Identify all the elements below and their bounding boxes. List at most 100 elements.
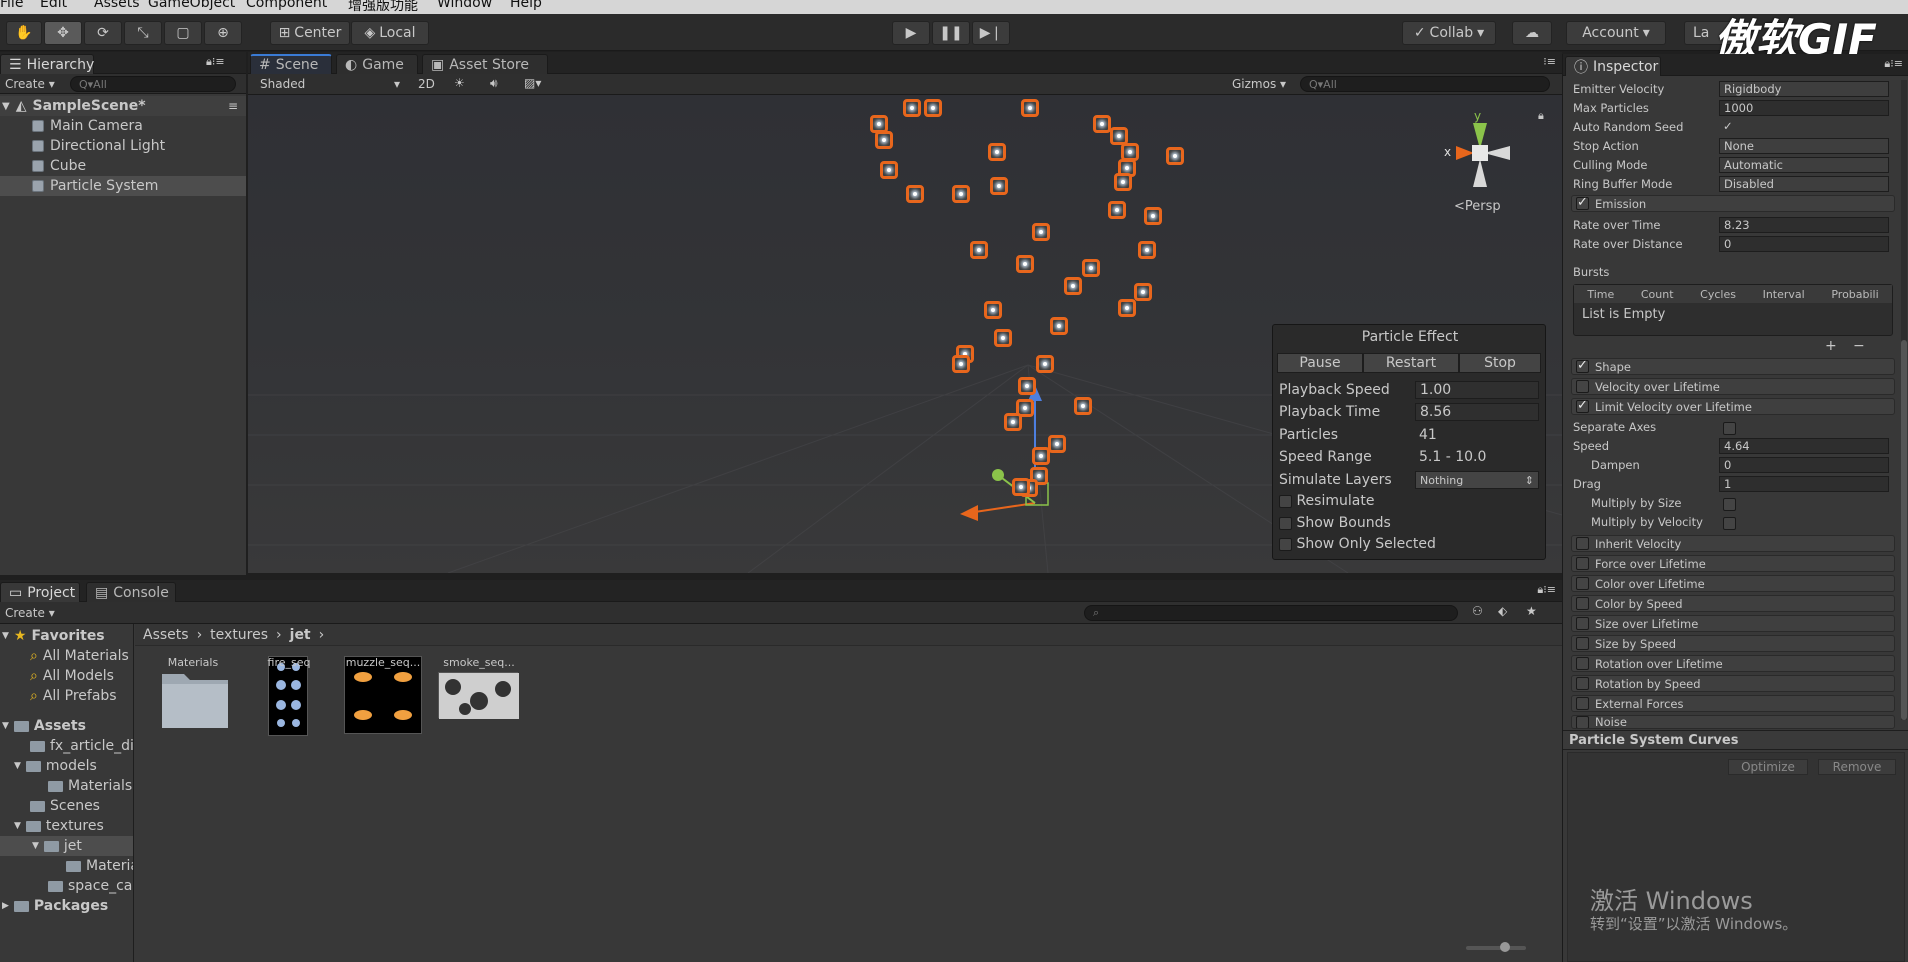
menu-window[interactable]: Window [437,0,492,11]
hierarchy-item-particle-system[interactable]: Particle System [0,176,246,196]
filter-type-icon[interactable]: ⚇ [1472,604,1483,618]
module-rotation-over-lifetime[interactable]: Rotation over Lifetime [1571,655,1895,672]
tab-game[interactable]: ◐ Game [336,54,418,74]
tree-folder-models[interactable]: ▼ models [14,756,97,776]
breadcrumb-textures[interactable]: textures [210,627,268,643]
menu-enhanced[interactable]: 增强版功能 [348,0,418,14]
module-color-over-lifetime[interactable]: Color over Lifetime [1571,575,1895,592]
menu-help[interactable]: Help [510,0,542,11]
show-only-selected-toggle[interactable]: Show Only Selected [1279,536,1436,552]
thumbnail-size-slider[interactable] [1466,942,1526,952]
toggle-2d-button[interactable]: 2D [418,77,435,91]
collab-button[interactable]: ✓ Collab ▾ [1402,21,1496,45]
module-rotation-by-speed[interactable]: Rotation by Speed [1571,675,1895,692]
checkbox[interactable] [1576,677,1589,690]
menu-edit[interactable]: Edit [40,0,67,11]
checkbox[interactable] [1576,697,1589,710]
module-emission[interactable]: Emission [1571,195,1895,212]
favorites-header[interactable]: ▼ ★ Favorites [2,626,105,646]
tab-inspector[interactable]: ⓘ Inspector [1565,56,1661,76]
scale-tool-button[interactable]: ⤡ [124,21,162,45]
filter-label-icon[interactable]: ⬖ [1498,604,1507,618]
checkbox[interactable] [1576,537,1589,550]
hierarchy-search-input[interactable]: Q▾All [70,76,236,92]
optimize-button[interactable]: Optimize [1728,759,1808,775]
multiply-velocity-checkbox[interactable] [1723,517,1736,530]
lighting-icon[interactable]: ☀ [454,76,465,90]
menu-assets[interactable]: Assets [94,0,140,11]
multiply-size-checkbox[interactable] [1723,498,1736,511]
playback-time-field[interactable]: 8.56 [1415,403,1539,421]
pivot-local-button[interactable]: ◈ Local [351,21,429,45]
module-shape[interactable]: Shape [1571,358,1895,375]
tab-project[interactable]: ▭ Project [0,582,80,602]
inspector-scrollbar[interactable] [1901,80,1907,720]
scrollbar-thumb[interactable] [1901,340,1907,720]
persp-label[interactable]: <Persp [1454,199,1501,214]
transform-tool-button[interactable]: ⊕ [204,21,242,45]
max-particles-field[interactable]: 1000 [1719,100,1889,116]
scene-search-input[interactable]: Q▾All [1300,76,1550,92]
tree-folder-materials[interactable]: Materials [48,776,132,796]
rect-tool-button[interactable]: ▢ [164,21,202,45]
scene-header[interactable]: ▼ ◭ SampleScene* ≡ [0,96,246,116]
checkbox[interactable] [1576,195,1589,210]
checkbox[interactable] [1576,637,1589,650]
stop-button[interactable]: Stop [1459,353,1541,373]
rate-over-distance-field[interactable]: 0 [1719,236,1889,252]
breadcrumb-assets[interactable]: Assets [143,627,189,643]
panel-menu-icon[interactable]: 🔒︎⁝≡ [1537,583,1556,597]
checkbox[interactable] [1279,537,1292,551]
breadcrumb-jet[interactable]: jet [290,627,311,643]
create-dropdown[interactable]: Create ▾ [5,606,55,620]
checkbox[interactable] [1576,657,1589,670]
remove-button[interactable]: Remove [1818,759,1896,775]
separate-axes-checkbox[interactable] [1723,422,1736,435]
checkbox[interactable] [1279,494,1292,508]
dampen-field[interactable]: 0 [1719,457,1889,473]
tree-folder-fx-article[interactable]: fx_article_di [30,736,133,756]
hierarchy-item-main-camera[interactable]: Main Camera [0,116,240,136]
asset-folder-materials[interactable] [158,664,232,732]
checkbox[interactable] [1279,516,1292,530]
packages-header[interactable]: ▶ Packages [2,896,108,916]
pause-button[interactable]: ❚❚ [932,21,970,45]
cloud-button[interactable]: ☁ [1512,21,1552,45]
lock-icon[interactable]: 🔒︎⁝≡ [206,55,225,69]
checkbox[interactable] [1576,617,1589,630]
tree-folder-jet[interactable]: ▼ jet [0,836,133,856]
pause-effect-button[interactable]: Pause [1277,353,1363,373]
tree-folder-scenes[interactable]: Scenes [30,796,100,816]
module-size-by-speed[interactable]: Size by Speed [1571,635,1895,652]
add-burst-icon[interactable]: + [1825,338,1837,354]
gizmos-dropdown[interactable]: Gizmos ▾ [1232,77,1286,91]
menu-gameobject[interactable]: GameObject [148,0,235,11]
slider-handle[interactable] [1500,942,1510,952]
module-noise[interactable]: Noise [1571,715,1895,729]
remove-burst-icon[interactable]: − [1853,338,1865,354]
tab-hierarchy[interactable]: ☰ Hierarchy [0,54,94,74]
panel-menu-icon[interactable]: ⁝≡ [1543,55,1556,68]
favorite-star-icon[interactable]: ★ [1526,604,1537,618]
speed-field[interactable]: 4.64 [1719,438,1889,454]
ring-buffer-dropdown[interactable]: Disabled [1719,176,1889,192]
checkbox[interactable] [1576,577,1589,590]
menu-component[interactable]: Component [246,0,327,11]
resimulate-toggle[interactable]: Resimulate [1279,493,1374,509]
drag-field[interactable]: 1 [1719,476,1889,492]
asset-thumb-smoke-seq[interactable] [438,672,519,719]
playback-speed-field[interactable]: 1.00 [1415,381,1539,399]
checkbox[interactable] [1576,398,1589,413]
play-button[interactable]: ▶ [892,21,930,45]
audio-icon[interactable]: 🔊︎ [490,76,498,91]
culling-mode-dropdown[interactable]: Automatic [1719,157,1889,173]
restart-button[interactable]: Restart [1363,353,1459,373]
menu-file[interactable]: File [0,0,23,11]
effects-icon[interactable]: ▨▾ [524,76,541,90]
tab-console[interactable]: ▤ Console [86,582,176,602]
tree-folder-textures[interactable]: ▼ textures [14,816,104,836]
step-button[interactable]: ▶❘ [972,21,1010,45]
lock-icon[interactable]: 🔒︎⁝≡ [1884,57,1903,71]
checkbox[interactable] [1576,358,1589,373]
emitter-velocity-dropdown[interactable]: Rigidbody [1719,81,1889,97]
